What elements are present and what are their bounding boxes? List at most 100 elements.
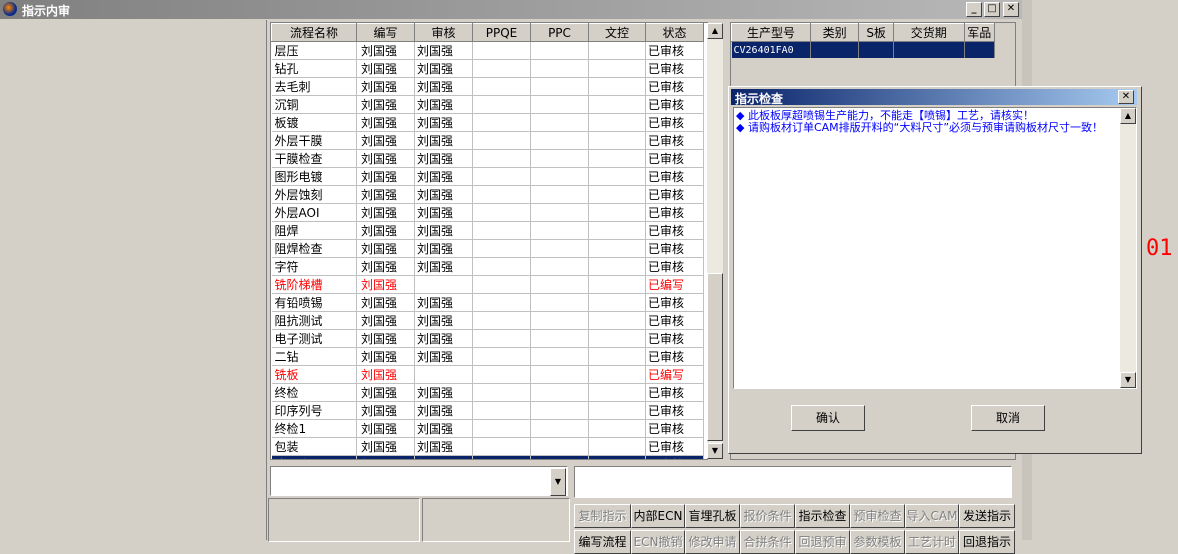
col-header-s-board[interactable]: S板 [858,23,894,42]
cell-process-name[interactable]: 阻焊 [271,221,357,240]
scroll-up-arrow-icon[interactable]: ▲ [1120,108,1136,124]
scroll-down-arrow-icon[interactable]: ▼ [1120,372,1136,388]
table-row[interactable]: 阻抗测试 刘国强 刘国强 已审核 [271,311,704,330]
cell-ppc[interactable] [530,95,589,114]
cell-process-name[interactable]: 电子测试 [271,329,357,348]
table-row[interactable]: 电子测试 刘国强 刘国强 已审核 [271,329,704,348]
cell-ppc[interactable] [530,365,589,384]
cell-reviewer[interactable]: 刘国强 [414,113,473,132]
col-header-ppqe[interactable]: PPQE [472,23,531,42]
cell-process-name[interactable]: 板镀 [271,113,357,132]
chevron-down-icon[interactable]: ▼ [550,468,566,496]
cell-doc-control[interactable] [588,185,646,204]
cell-status[interactable]: 已审核 [645,401,704,420]
cell-status[interactable]: 已审核 [645,293,704,312]
cell-ppqe[interactable] [472,131,531,150]
cell-writer[interactable]: 刘国强 [356,221,415,240]
cell-military[interactable] [964,41,996,58]
table-row[interactable]: 钻孔 刘国强 刘国强 已审核 [271,59,704,78]
toolbar-button-1-1[interactable]: 复制指示 [574,504,631,528]
cancel-button[interactable]: 取消 [971,405,1045,431]
cell-status[interactable]: 已审核 [645,239,704,258]
cell-ppqe[interactable] [472,329,531,348]
cell-ppc[interactable] [530,149,589,168]
cell-reviewer[interactable]: 刘国强 [414,203,473,222]
cell-doc-control[interactable] [588,293,646,312]
cell-process-name[interactable]: 外层蚀刻 [271,185,357,204]
dialog-close-icon[interactable]: ✕ [1118,90,1134,104]
cell-status[interactable]: 已审核 [645,419,704,438]
cell-process-name[interactable]: 铣阶梯槽 [271,275,357,294]
cell-writer[interactable]: 刘国强 [356,383,415,402]
cell-s-board[interactable] [858,41,894,58]
process-grid[interactable]: 流程名称 编写 审核 PPQE PPC 文控 状态 层压 刘国强 刘国强 已审核 钻孔刘… [270,22,708,460]
cell-reviewer[interactable]: 刘国强 [414,185,473,204]
scroll-up-arrow-icon[interactable]: ▲ [707,23,723,39]
cell-ppqe[interactable] [472,221,531,240]
table-row[interactable]: 干膜检查 刘国强 刘国强 已审核 [271,149,704,168]
cell-writer[interactable]: 刘国强 [356,203,415,222]
cell-ppqe[interactable] [472,167,531,186]
cell-ppc[interactable] [530,401,589,420]
cell-status[interactable]: 已审核 [645,329,704,348]
cell-status[interactable]: 已审核 [645,77,704,96]
toolbar-button-1-5[interactable]: 指示检查 [795,504,850,528]
cell-doc-control[interactable] [588,257,646,276]
cell-process-name[interactable]: 阻抗测试 [271,311,357,330]
cell-reviewer[interactable]: 刘国强 [414,41,473,60]
process-grid-scrollbar[interactable]: ▲ ▼ [707,23,723,459]
cell-doc-control[interactable] [588,419,646,438]
scroll-thumb[interactable] [707,273,723,441]
cell-doc-control[interactable] [588,311,646,330]
cell-doc-control[interactable] [588,455,646,459]
cell-process-name[interactable]: 铣板 [271,365,357,384]
col-header-reviewer[interactable]: 审核 [414,23,473,42]
cell-process-name[interactable]: 印序列号 [271,401,357,420]
table-row[interactable]: 印序列号 刘国强 刘国强 已审核 [271,401,704,420]
cell-doc-control[interactable] [588,113,646,132]
cell-writer[interactable]: 刘国强 [356,275,415,294]
toolbar-button-2-6[interactable]: 参数模板 [850,530,905,554]
cell-writer[interactable]: 刘国强 [356,365,415,384]
toolbar-button-2-8[interactable]: 回退指示 [959,530,1015,554]
cell-reviewer[interactable]: 刘国强 [414,221,473,240]
cell-ppc[interactable] [530,131,589,150]
message-scrollbar[interactable]: ▲ ▼ [1120,108,1136,388]
cell-process-name[interactable]: 外层AOI [271,203,357,222]
cell-doc-control[interactable] [588,221,646,240]
cell-status[interactable]: 已审核 [645,59,704,78]
cell-status[interactable]: 已审核 [645,455,704,459]
cell-doc-control[interactable] [588,329,646,348]
toolbar-button-1-3[interactable]: 盲埋孔板 [685,504,740,528]
table-row[interactable]: 层压 刘国强 刘国强 已审核 [271,41,704,60]
cell-status[interactable]: 已审核 [645,257,704,276]
cell-reviewer[interactable]: 刘国强 [414,77,473,96]
table-row[interactable]: 终检1 刘国强 刘国强 已审核 [271,419,704,438]
cell-writer[interactable]: 刘国强 [356,131,415,150]
cell-ppqe[interactable] [472,401,531,420]
cell-status[interactable]: 已审核 [645,113,704,132]
cell-reviewer[interactable]: 刘国强 [414,455,473,459]
cell-reviewer[interactable]: 刘国强 [414,311,473,330]
cell-category[interactable] [810,41,860,58]
toolbar-button-2-3[interactable]: 修改申请 [685,530,740,554]
cell-reviewer[interactable] [414,275,473,294]
cell-doc-control[interactable] [588,131,646,150]
col-header-doc-control[interactable]: 文控 [588,23,646,42]
cell-reviewer[interactable]: 刘国强 [414,131,473,150]
cell-ppqe[interactable] [472,149,531,168]
cell-reviewer[interactable]: 刘国强 [414,95,473,114]
table-row[interactable]: 图形电镀 刘国强 刘国强 已审核 [271,167,704,186]
cell-doc-control[interactable] [588,383,646,402]
cell-status[interactable]: 已审核 [645,95,704,114]
toolbar-button-2-4[interactable]: 合拼条件 [740,530,795,554]
cell-ppqe[interactable] [472,347,531,366]
cell-ppc[interactable] [530,347,589,366]
table-row[interactable]: 外层AOI 刘国强 刘国强 已审核 [271,203,704,222]
cell-process-name[interactable]: 图形电镀 [271,167,357,186]
cell-doc-control[interactable] [588,167,646,186]
cell-process-name[interactable]: 包装 [271,437,357,456]
cell-process-name[interactable]: 终检1 [271,419,357,438]
cell-ppc[interactable] [530,257,589,276]
table-row[interactable]: 终检 刘国强 刘国强 已审核 [271,383,704,402]
